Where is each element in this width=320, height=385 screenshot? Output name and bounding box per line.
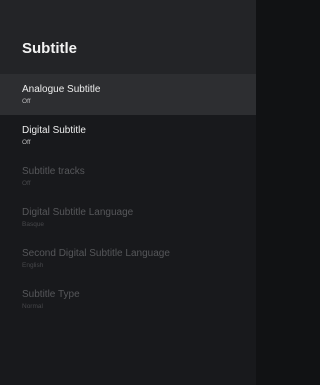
- digital-subtitle-value: Off: [22, 139, 31, 146]
- subtitle-tracks-value: Off: [22, 180, 31, 187]
- digital-subtitle-label: Digital Subtitle: [22, 125, 86, 136]
- subtitle-type-label: Subtitle Type: [22, 289, 80, 300]
- digital-subtitle-language-value: Basque: [22, 221, 45, 228]
- analogue-subtitle-value: Off: [22, 98, 31, 105]
- subtitle-type-value: Normal: [22, 303, 43, 310]
- second-digital-subtitle-language-item: Second Digital Subtitle Language English: [0, 238, 256, 279]
- second-digital-subtitle-language-label: Second Digital Subtitle Language: [22, 248, 170, 259]
- digital-subtitle-language-item: Digital Subtitle Language Basque: [0, 197, 256, 238]
- subtitle-type-item: Subtitle Type Normal: [0, 279, 256, 320]
- digital-subtitle-item[interactable]: Digital Subtitle Off: [0, 115, 256, 156]
- page-title: Subtitle: [22, 40, 77, 57]
- subtitle-tracks-label: Subtitle tracks: [22, 166, 85, 177]
- subtitle-settings-panel: Subtitle Analogue Subtitle Off Digital S…: [0, 0, 256, 385]
- subtitle-tracks-item: Subtitle tracks Off: [0, 156, 256, 197]
- settings-list: Analogue Subtitle Off Digital Subtitle O…: [0, 74, 256, 320]
- digital-subtitle-language-label: Digital Subtitle Language: [22, 207, 134, 218]
- second-digital-subtitle-language-value: English: [22, 262, 44, 269]
- analogue-subtitle-item[interactable]: Analogue Subtitle Off: [0, 74, 256, 115]
- analogue-subtitle-label: Analogue Subtitle: [22, 84, 101, 95]
- panel-header: Subtitle: [0, 0, 256, 74]
